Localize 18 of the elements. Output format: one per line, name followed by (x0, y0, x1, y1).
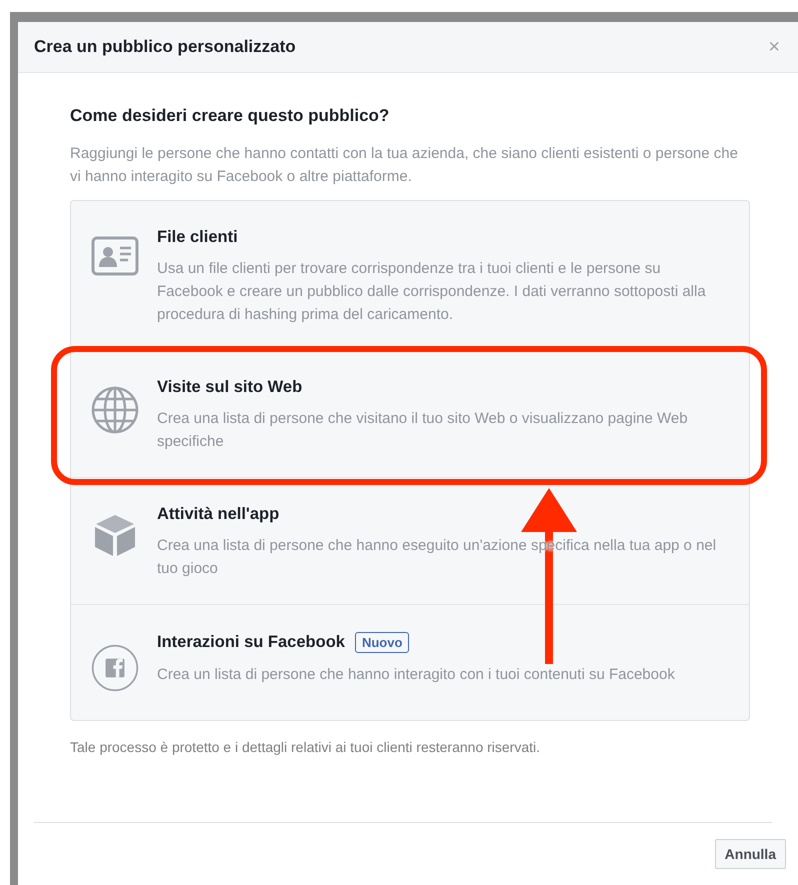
privacy-note: Tale processo è protetto e i dettagli relativi ai tuoi clienti resteranno riservati. (70, 739, 542, 755)
audience-option[interactable]: Interazioni su Facebook Nuovo Crea un lista di persone che hanno interagito con i tuoi contenuti su Facebook (71, 605, 749, 720)
option-title: Attività nell'app (157, 505, 280, 524)
contact-card-icon (91, 236, 139, 276)
intro-text: Raggiungi le persone che hanno contatti con la tua azienda, che siano clienti esistenti o persone che vi hanno interagito su Facebook o altre piattaforme. (70, 144, 739, 187)
audience-option[interactable]: Visite sul sito Web Crea una lista di persone che visitano il tuo sito Web o visualizzano pagine Web specifiche (71, 351, 749, 478)
option-title: Visite sul sito Web (157, 378, 302, 397)
option-description: Usa un file clienti per trovare corrispondenze tra i tuoi clienti e le persone su Facebook e creare un pubblico dalle corrispondenze. I dati verranno sottoposti alla procedura di hashing prima del caricamento. (157, 259, 707, 325)
option-title: File clienti (157, 228, 238, 247)
option-description: Crea un lista di persone che hanno interagito con i tuoi contenuti su Facebook (157, 665, 675, 685)
dialog-title: Crea un pubblico personalizzato (34, 37, 296, 57)
globe-icon (91, 386, 139, 434)
option-title: Interazioni su Facebook (157, 633, 345, 652)
option-description: Crea una lista di persone che visitano il tuo sito Web o visualizzano pagine Web specifiche (157, 409, 689, 452)
cancel-button[interactable]: Annulla (714, 839, 786, 869)
cube-icon (93, 513, 137, 557)
new-badge: Nuovo (354, 632, 410, 653)
question-heading: Come desideri creare questo pubblico? (70, 106, 390, 126)
